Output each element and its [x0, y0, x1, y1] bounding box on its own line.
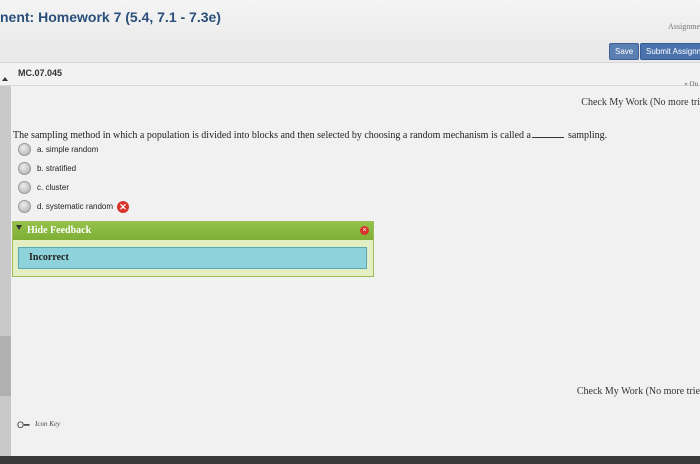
left-scrollbar[interactable] — [0, 86, 11, 456]
question-text-after: sampling. — [567, 130, 608, 141]
expand-triangle-icon — [16, 225, 22, 230]
choice-c[interactable]: c. cluster — [18, 181, 69, 195]
save-button[interactable]: Save — [609, 43, 640, 60]
choice-label: c. cluster — [37, 183, 70, 192]
question-id: MC.07.045 — [18, 68, 63, 78]
question-text: The sampling method in which a populatio… — [13, 128, 607, 141]
bottom-edge-bar — [0, 456, 700, 464]
choice-d[interactable]: d. systematic random ✕ — [18, 200, 130, 214]
key-icon: O━ — [17, 420, 30, 430]
feedback-result-label: Incorrect — [29, 252, 69, 263]
assignment-title: nent: Homework 7 (5.4, 7.1 - 7.3e) — [0, 9, 221, 25]
close-feedback-icon[interactable]: × — [360, 226, 369, 235]
feedback-result-box: Incorrect — [18, 247, 367, 269]
submit-assignment-button[interactable]: Submit Assignm — [640, 43, 700, 60]
radio-button-icon[interactable] — [18, 143, 31, 157]
hide-feedback-toggle[interactable]: Hide Feedback — [27, 225, 91, 236]
check-my-work-top[interactable]: Check My Work (No more tri — [581, 97, 700, 108]
scrollbar-thumb[interactable] — [0, 336, 11, 396]
assignment-menu-label[interactable]: Assignme — [668, 22, 700, 31]
check-my-work-bottom[interactable]: Check My Work (No more trie — [577, 386, 700, 397]
collapse-arrow-icon[interactable] — [2, 77, 8, 81]
radio-button-icon[interactable] — [18, 181, 31, 195]
icon-key-link[interactable]: Icon Key — [35, 420, 60, 428]
question-text-before: The sampling method in which a populatio… — [13, 130, 531, 141]
feedback-header[interactable]: Hide Feedback × — [13, 222, 373, 240]
choice-label: b. stratified — [37, 164, 77, 173]
choice-b[interactable]: b. stratified — [18, 162, 76, 176]
answer-blank — [531, 128, 564, 138]
feedback-panel: Hide Feedback × Incorrect — [12, 221, 374, 277]
choice-label: a. simple random — [37, 145, 99, 154]
question-id-bar: MC.07.045 « Qu — [0, 62, 700, 88]
incorrect-x-icon: ✕ — [117, 200, 130, 213]
radio-button-icon[interactable] — [18, 162, 31, 176]
choice-label: d. systematic random — [37, 202, 114, 211]
radio-button-selected-icon[interactable] — [18, 200, 31, 214]
choice-a[interactable]: a. simple random — [18, 143, 98, 157]
